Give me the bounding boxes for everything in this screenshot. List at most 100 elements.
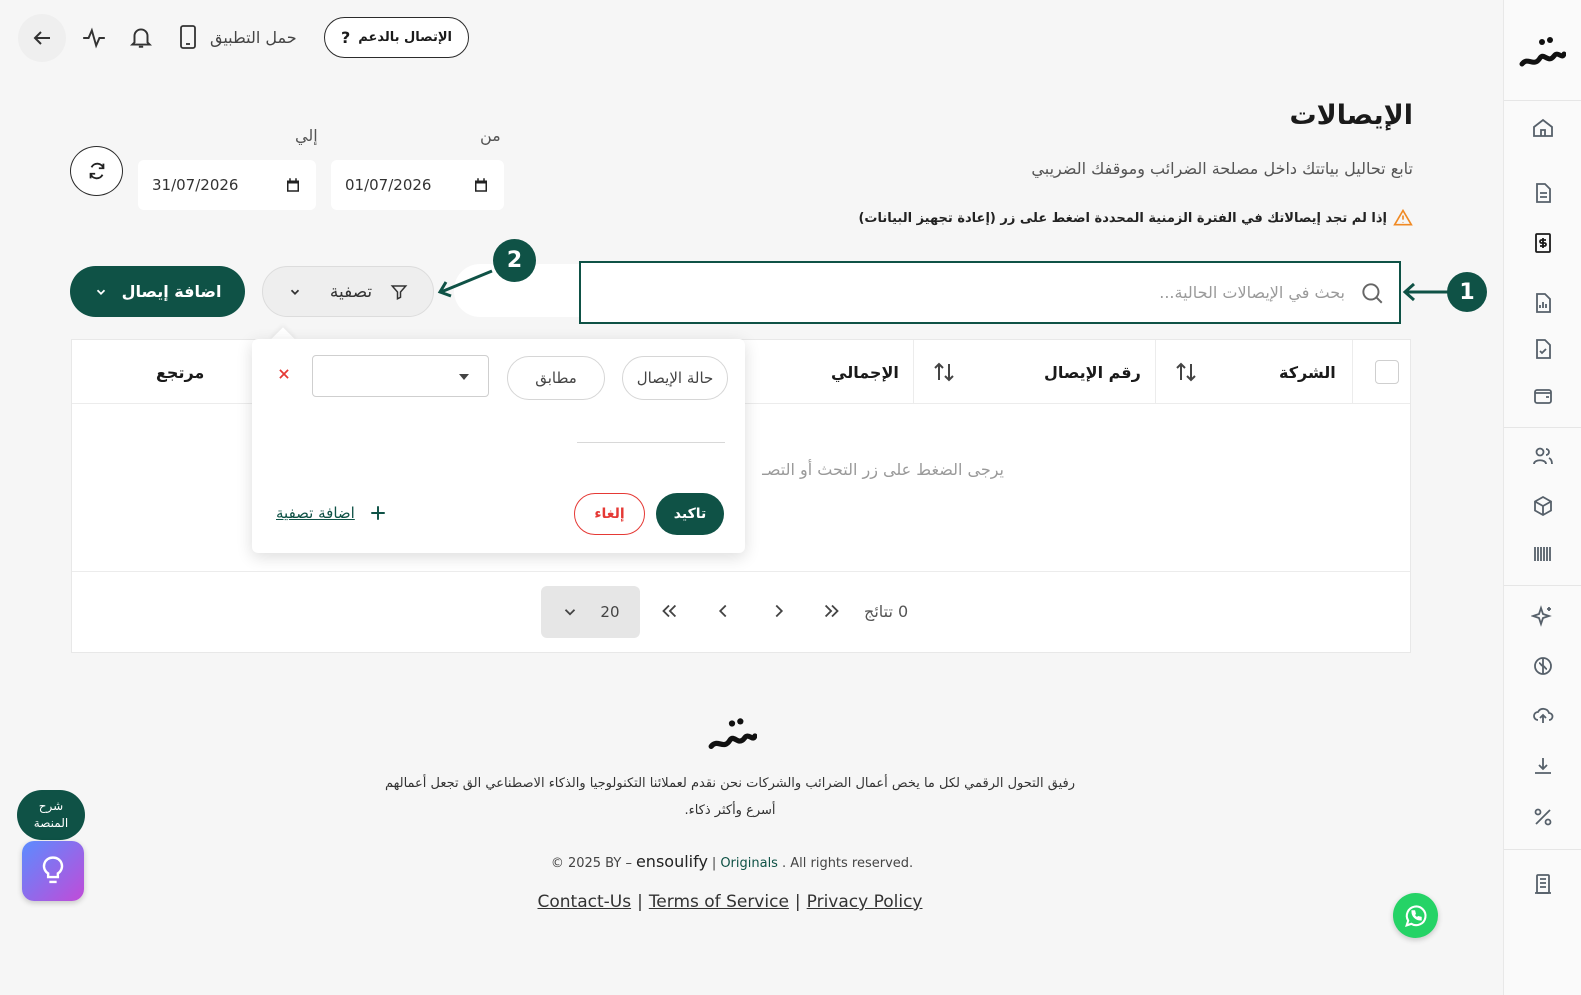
search-placeholder: بحث في الإيصالات الحالية...	[1159, 283, 1345, 302]
column-header-company[interactable]: الشركة	[1279, 340, 1336, 404]
tips-button[interactable]	[22, 841, 84, 901]
phone-icon	[176, 23, 200, 51]
select-all-checkbox[interactable]	[1375, 360, 1399, 384]
copyright-line: © 2025 BY – ensoulify | Originals . All …	[456, 852, 1008, 871]
cloud-upload-icon[interactable]	[1531, 703, 1555, 727]
column-header-total[interactable]: الإجمالي	[831, 340, 899, 404]
contact-us-link[interactable]: Contact-Us	[538, 892, 632, 912]
filter-button[interactable]: تصفية	[262, 266, 434, 317]
remove-filter-close-icon[interactable]	[277, 367, 291, 381]
filter-field-chip[interactable]: حالة الإيصال	[622, 356, 728, 400]
column-header-receipt-number[interactable]: رقم الإيصال	[1044, 340, 1141, 404]
filter-funnel-icon	[390, 283, 408, 301]
warning-notice: إذا لم تجد إيصالاتك في الفترة الزمنية ال…	[858, 208, 1413, 228]
home-icon[interactable]	[1531, 116, 1555, 140]
confirm-button[interactable]: تاكيد	[656, 493, 724, 535]
barcode-icon[interactable]	[1531, 542, 1555, 566]
next-page-icon[interactable]	[768, 600, 790, 622]
sort-icon[interactable]	[932, 360, 956, 384]
filter-value-select[interactable]	[312, 355, 489, 397]
originals-link[interactable]: Originals	[720, 856, 778, 871]
back-button[interactable]	[18, 14, 66, 62]
filter-input-underline	[577, 442, 725, 443]
report-icon[interactable]	[1531, 291, 1555, 315]
download-app-label: حمل التطبيق	[210, 27, 297, 47]
brain-icon[interactable]	[1531, 654, 1555, 678]
whatsapp-icon	[1402, 902, 1430, 930]
search-input[interactable]: بحث في الإيصالات الحالية...	[579, 261, 1401, 324]
footer-tagline-1: رفيق التحول الرقمي لكل ما يخص أعمال الضر…	[384, 776, 1076, 791]
previous-page-icon[interactable]	[712, 600, 734, 622]
wallet-icon[interactable]	[1531, 384, 1555, 408]
document-icon[interactable]	[1531, 181, 1555, 205]
sort-icon[interactable]	[1174, 360, 1198, 384]
table-footer-divider	[72, 571, 1410, 572]
chevron-down-icon	[94, 285, 108, 299]
add-receipt-button[interactable]: اضافة إيصال	[70, 266, 245, 317]
add-filter-label: اضافة تصفية	[276, 504, 355, 522]
support-button[interactable]: الإتصال بالدعم ?	[324, 17, 469, 58]
sidebar	[1503, 0, 1581, 995]
from-label: من	[480, 126, 501, 145]
sparkles-icon[interactable]	[1531, 604, 1555, 628]
whatsapp-button[interactable]	[1393, 893, 1438, 938]
column-header-returned[interactable]: مرتجع	[156, 340, 204, 404]
brand-logo[interactable]	[1518, 34, 1566, 74]
filter-operator-chip[interactable]: مطابق	[507, 356, 605, 400]
caret-down-icon	[458, 372, 470, 382]
refresh-button[interactable]	[70, 146, 123, 196]
calendar-icon[interactable]	[472, 176, 490, 194]
from-date-value: 01/07/2026	[345, 176, 432, 194]
empty-state-text: يرجى الضغط على زر التحث أو التصـ	[762, 460, 1004, 479]
package-icon[interactable]	[1531, 494, 1555, 518]
chevron-down-icon	[288, 285, 302, 299]
results-count: 0 تتائج	[864, 602, 909, 621]
refresh-icon	[86, 160, 108, 182]
footer-links: Contact-Us | Terms of Service | Privacy …	[440, 892, 1020, 912]
cancel-button[interactable]: إلغاء	[574, 493, 645, 535]
question-icon: ?	[340, 28, 351, 47]
lightbulb-icon	[38, 854, 68, 888]
separator: |	[637, 892, 643, 912]
calendar-icon[interactable]	[284, 176, 302, 194]
add-receipt-label: اضافة إيصال	[121, 282, 222, 301]
warning-text: إذا لم تجد إيصالاتك في الفترة الزمنية ال…	[858, 210, 1387, 226]
building-icon[interactable]	[1531, 872, 1555, 896]
from-date-input[interactable]: 01/07/2026	[331, 160, 504, 210]
chevron-down-icon	[561, 603, 579, 621]
warning-icon	[1393, 208, 1413, 228]
page-subtitle: تابع تحاليل بياتتك داخل مصلحة الضرائب وم…	[1031, 159, 1413, 178]
filter-popover: حالة الإيصال مطابق تاكيد إلغاء اضافة تصف…	[252, 339, 745, 553]
invoice-dollar-icon[interactable]	[1531, 231, 1555, 255]
callout-badge-1: 1	[1447, 272, 1487, 312]
filter-label: تصفية	[329, 281, 373, 302]
search-icon	[1359, 280, 1385, 306]
terms-link[interactable]: Terms of Service	[649, 892, 789, 912]
activity-icon[interactable]	[81, 25, 107, 51]
page-title: الإيصالات	[1289, 100, 1413, 131]
platform-help-button[interactable]: شرح المنصة	[17, 790, 85, 840]
bell-icon[interactable]	[128, 24, 154, 50]
percent-icon[interactable]	[1531, 805, 1555, 829]
separator: |	[711, 856, 717, 871]
document-check-icon[interactable]	[1531, 337, 1555, 361]
rights-text: . All rights reserved.	[781, 856, 914, 871]
to-date-value: 31/07/2026	[152, 176, 239, 194]
users-icon[interactable]	[1531, 444, 1555, 468]
footer-tagline-2: أسرع وأكثر ذكاء.	[684, 803, 776, 818]
support-label: الإتصال بالدعم	[358, 30, 453, 45]
download-app-link[interactable]: حمل التطبيق	[176, 22, 297, 52]
privacy-link[interactable]: Privacy Policy	[807, 892, 923, 912]
to-label: إلي	[295, 126, 318, 145]
arrow-left-icon	[30, 26, 54, 50]
separator: |	[794, 892, 801, 912]
last-page-icon[interactable]	[821, 600, 843, 622]
callout-badge-2: 2	[493, 239, 536, 282]
callout-arrow-1	[1402, 282, 1448, 302]
add-filter-button[interactable]: اضافة تصفية	[276, 504, 387, 522]
to-date-input[interactable]: 31/07/2026	[138, 160, 316, 210]
page-size-value: 20	[600, 603, 620, 621]
page-size-select[interactable]: 20	[541, 586, 640, 638]
first-page-icon[interactable]	[658, 600, 680, 622]
download-icon[interactable]	[1531, 754, 1555, 778]
